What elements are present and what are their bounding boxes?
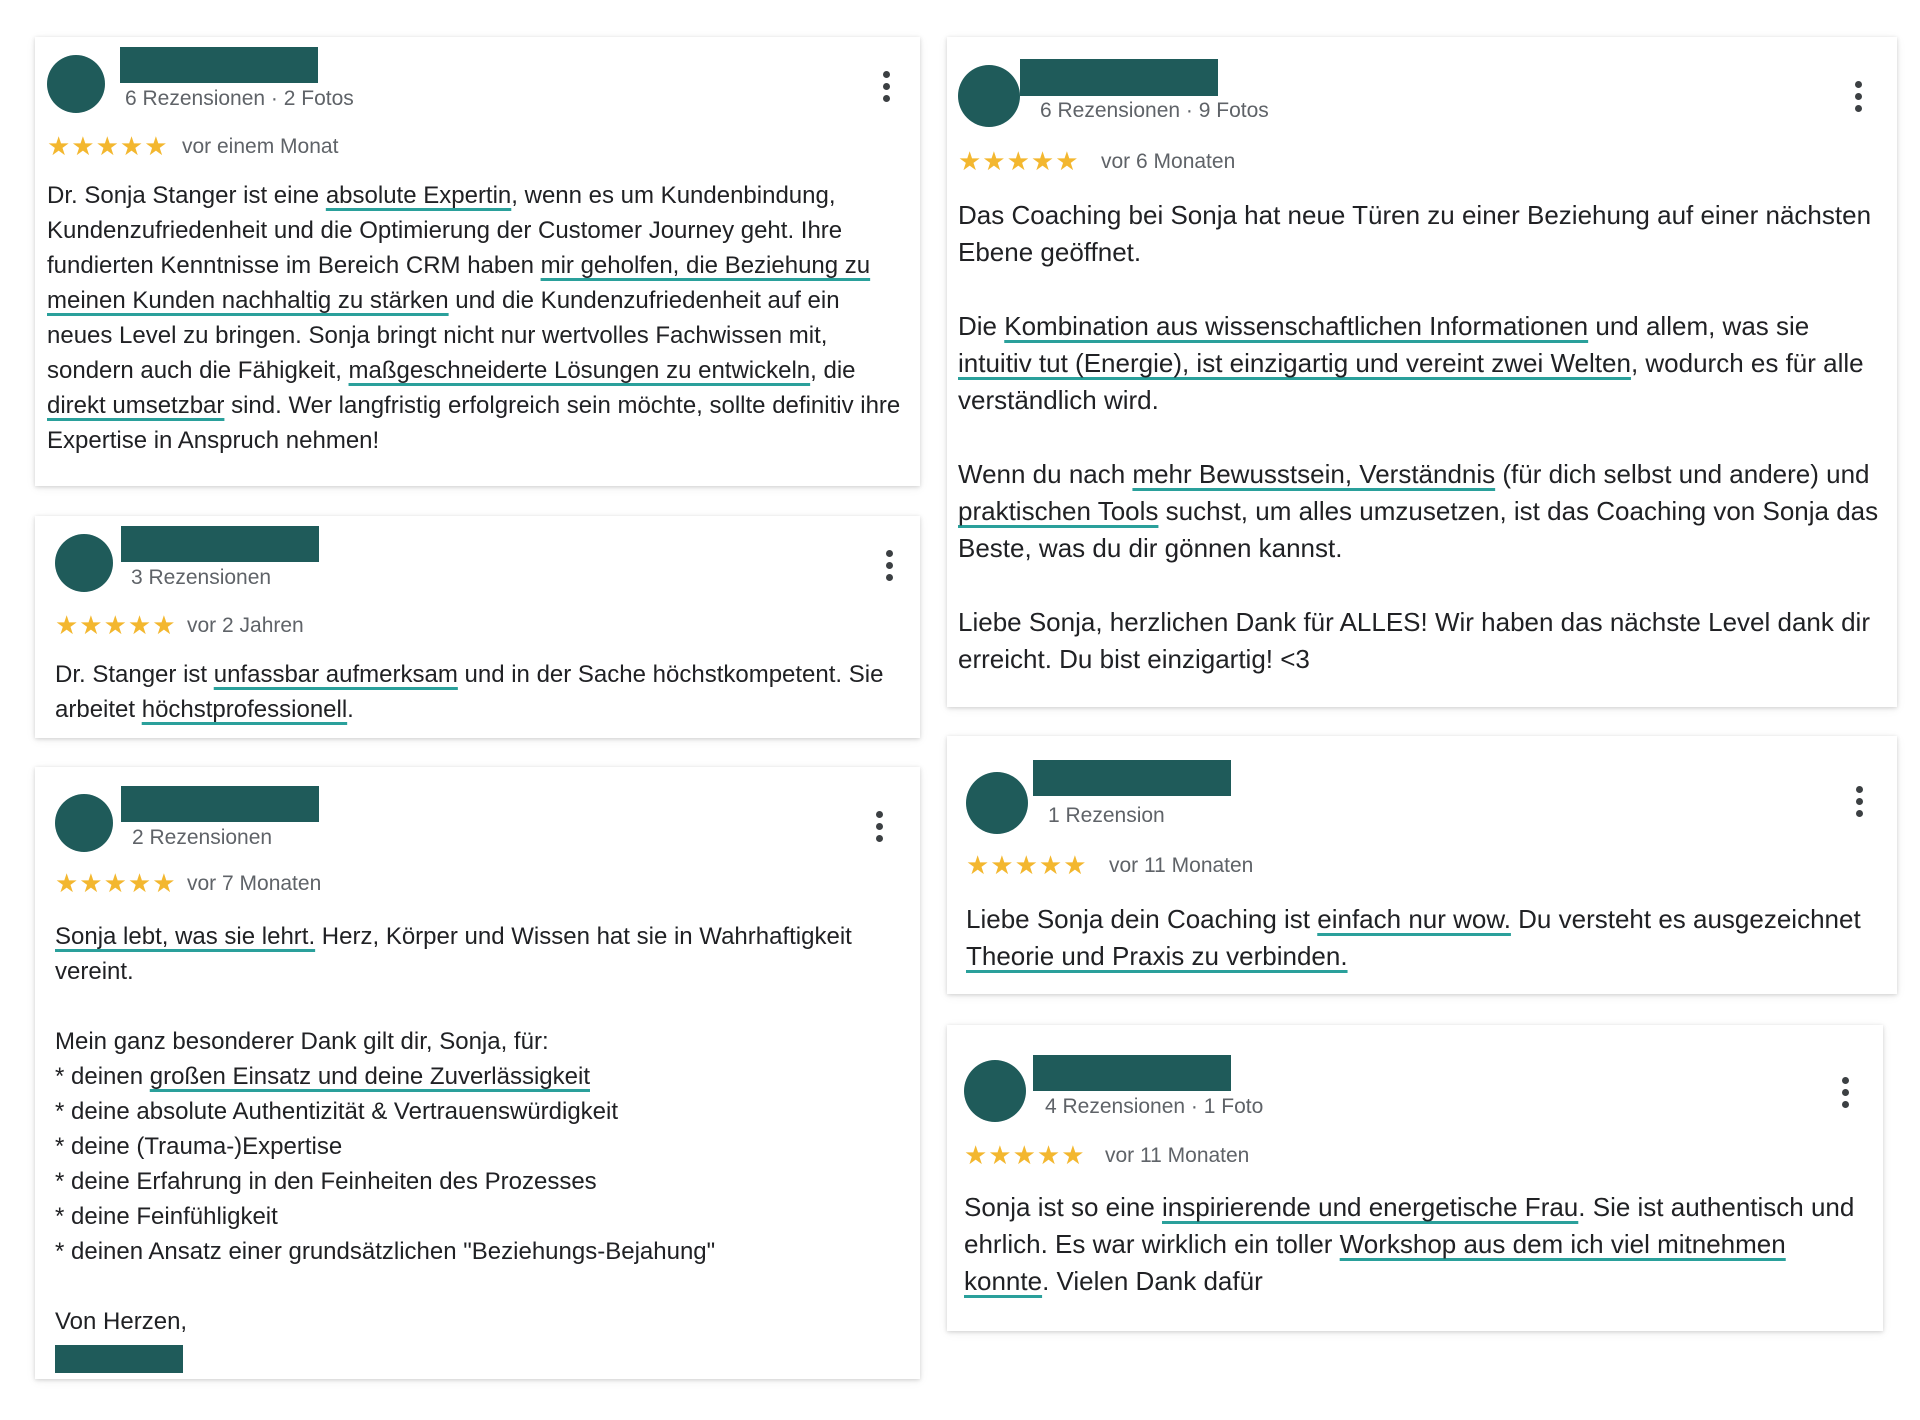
reviewer-meta: 3 Rezensionen (131, 566, 272, 589)
reviewer-meta: 4 Rezensionen · 1 Foto (1045, 1095, 1264, 1118)
highlighted-phrase: Kombination aus wissenschaftlichen Infor… (1004, 311, 1589, 341)
signature-redacted (55, 1345, 183, 1373)
reviewer-name-redacted (120, 47, 318, 83)
review-time: vor 2 Jahren (187, 614, 304, 637)
star-rating: ★★★★★ (964, 1140, 1086, 1170)
reviewer-name-redacted (1033, 1055, 1231, 1091)
more-vert-icon[interactable] (1847, 782, 1873, 822)
highlighted-phrase: mehr Bewusstsein, Verständnis (1132, 459, 1496, 489)
review-text: Liebe Sonja dein Coaching ist einfach nu… (966, 904, 1861, 971)
avatar[interactable] (966, 772, 1028, 834)
review-text: Sonja ist so eine inspirierende und ener… (964, 1192, 1855, 1296)
highlighted-phrase: großen Einsatz und deine Zuverlässigkeit (149, 1063, 590, 1090)
highlighted-phrase: inspirierende und energetische Frau (1162, 1192, 1579, 1222)
reviewer-name-redacted (121, 786, 319, 822)
avatar[interactable] (958, 65, 1020, 127)
review-time: vor 7 Monaten (187, 872, 322, 895)
reviewer-meta: 1 Rezension (1048, 804, 1165, 827)
star-rating: ★★★★★ (55, 868, 177, 898)
highlighted-phrase: Theorie und Praxis zu verbinden. (966, 941, 1348, 971)
review-text: Sonja lebt, was sie lehrt. Herz, Körper … (55, 919, 905, 1373)
more-vert-icon[interactable] (874, 67, 900, 107)
review-text: Das Coaching bei Sonja hat neue Türen zu… (958, 200, 1879, 674)
review-card: 6 Rezensionen · 9 Fotos ★★★★★ vor 6 Mona… (947, 37, 1897, 707)
highlighted-phrase: direkt umsetzbar (47, 392, 225, 419)
avatar[interactable] (55, 534, 113, 592)
review-card: 2 Rezensionen ★★★★★ vor 7 Monaten Sonja … (35, 767, 920, 1379)
highlighted-phrase: praktischen Tools (958, 496, 1159, 526)
star-rating: ★★★★★ (47, 131, 169, 161)
review-text: Dr. Stanger ist unfassbar aufmerksam und… (55, 661, 884, 723)
highlighted-phrase: Sonja lebt, was sie lehrt. (55, 923, 316, 950)
reviewer-name-redacted (1033, 760, 1231, 796)
review-time: vor einem Monat (182, 135, 339, 158)
reviewer-name-redacted (121, 526, 319, 562)
review-card: 1 Rezension ★★★★★ vor 11 Monaten Liebe S… (947, 736, 1897, 994)
review-text: Dr. Sonja Stanger ist eine absolute Expe… (47, 182, 901, 454)
highlighted-phrase: absolute Expertin (325, 182, 512, 209)
reviewer-meta: 2 Rezensionen (132, 826, 273, 849)
review-card: 3 Rezensionen ★★★★★ vor 2 Jahren Dr. Sta… (35, 516, 920, 738)
highlighted-phrase: höchstprofessionell (141, 696, 348, 723)
reviewer-meta: 6 Rezensionen · 9 Fotos (1040, 99, 1269, 122)
review-card: 4 Rezensionen · 1 Foto ★★★★★ vor 11 Mona… (947, 1025, 1883, 1331)
avatar[interactable] (47, 55, 105, 113)
highlighted-phrase: einfach nur wow. (1317, 904, 1511, 934)
more-vert-icon[interactable] (1833, 1073, 1859, 1113)
review-time: vor 11 Monaten (1105, 1144, 1250, 1167)
more-vert-icon[interactable] (867, 807, 893, 847)
star-rating: ★★★★★ (958, 146, 1080, 176)
reviewer-name-redacted (1020, 59, 1218, 96)
highlighted-phrase: unfassbar aufmerksam (213, 661, 458, 688)
star-rating: ★★★★★ (55, 610, 177, 640)
avatar[interactable] (55, 794, 113, 852)
highlighted-phrase: maßgeschneiderte Lösungen zu entwickeln (348, 357, 811, 384)
review-time: vor 6 Monaten (1101, 150, 1236, 173)
more-vert-icon[interactable] (877, 546, 903, 586)
more-vert-icon[interactable] (1846, 77, 1872, 117)
reviewer-meta: 6 Rezensionen · 2 Fotos (125, 87, 354, 110)
review-card: 6 Rezensionen · 2 Fotos ★★★★★ vor einem … (35, 37, 920, 486)
highlighted-phrase: intuitiv tut (Energie), ist einzigartig … (958, 348, 1631, 378)
avatar[interactable] (964, 1060, 1026, 1122)
review-time: vor 11 Monaten (1109, 854, 1254, 877)
star-rating: ★★★★★ (966, 850, 1088, 880)
